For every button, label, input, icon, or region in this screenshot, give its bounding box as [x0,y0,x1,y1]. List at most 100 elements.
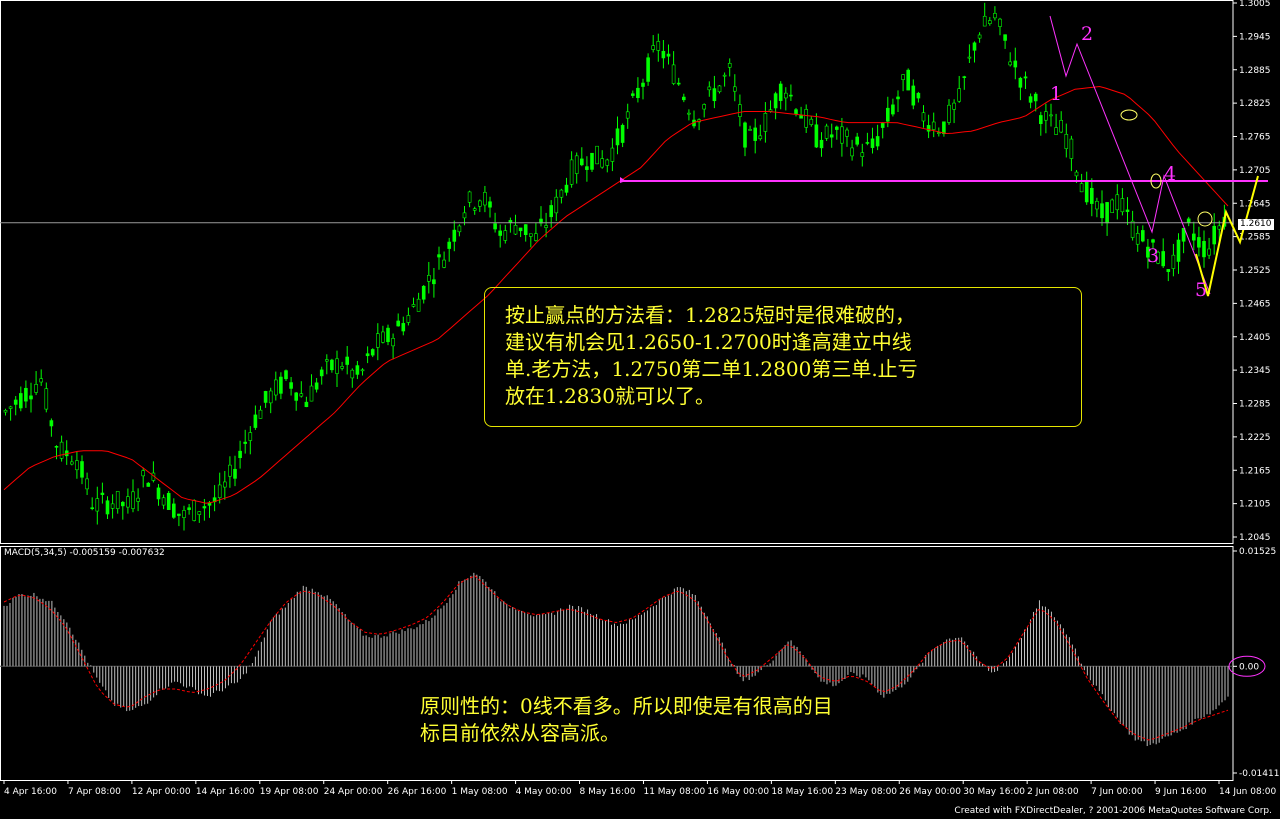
chart-window: 1.3005 1.2945 1.2885 1.2825 1.2765 1.2705 1.26… [0,0,1280,819]
candle-body [850,147,854,157]
candle-body [1064,133,1069,149]
main-pane-frame [0,0,1234,544]
candle-body [1039,115,1043,125]
candle-body [880,123,885,128]
candle-body [319,369,324,377]
candle-body [549,205,554,218]
price-tick-label: 1.2105 [1239,500,1271,510]
macd-value-main: -0.005159 [69,548,116,558]
candle-body [574,155,579,174]
candle-body [126,496,130,508]
candle-body [585,166,589,170]
wave-label-3: 3 [1147,245,1159,267]
time-tick-label: 26 May 00:00 [899,787,961,797]
candle-body [712,88,717,102]
candle-body [248,432,253,441]
footer-credit: Created with FXDirectDealer, ? 2001-2006… [954,806,1272,816]
candle-body [1090,187,1094,204]
price-tick-label: 1.2705 [1239,166,1271,176]
candle-body [1186,218,1191,224]
candle-body [625,111,630,119]
candle-body [666,53,671,57]
candle-body [829,134,834,138]
candle-body [294,392,299,401]
candle-body [681,96,686,101]
candle-body [279,376,283,394]
candle-body [794,109,798,115]
candle-body [258,409,263,419]
price-tick-label: 1.2525 [1239,266,1271,276]
candle-body [783,92,788,99]
wave-label-2: 2 [1081,23,1093,45]
candle-body [24,387,28,402]
annotation-line-2: 建议有机会见1.2650-1.2700时逢高建立中线 [505,330,912,354]
candle-body [758,135,763,140]
candle-body [299,393,304,397]
price-tick-label: 1.2285 [1239,400,1271,410]
macd-legend: MACD(5,34,5) -0.005159 -0.007632 [4,548,165,558]
candle-body [1049,114,1053,117]
candle-body [350,369,355,379]
candle-body [304,401,309,408]
time-tick-label: 9 Jun 16:00 [1155,787,1207,797]
time-tick-label: 11 May 08:00 [643,787,705,797]
candle-body [1135,233,1140,245]
candle-body [1044,111,1048,121]
wave-label-1: 1 [1050,83,1062,105]
candle-body [896,96,900,100]
candle-body [1171,254,1176,269]
candle-body [656,41,661,51]
candle-body [1084,180,1089,203]
price-tick-label: 1.2045 [1239,533,1271,543]
candle-body [197,511,202,515]
candle-body [233,468,237,479]
candle-body [661,50,666,59]
candle-body [365,353,370,357]
wave-count-line [1049,15,1211,295]
candle-body [977,34,982,39]
candle-body [600,158,605,168]
candle-body [773,93,778,109]
candle-body [1008,61,1013,66]
candle-body [1141,230,1145,242]
candle-body [615,128,620,146]
candle-body [498,230,503,236]
candle-body [636,87,640,99]
candle-body [340,366,344,369]
candle-body [1120,198,1125,213]
candle-body [936,132,941,134]
macd-title: MACD(5,34,5) [4,548,67,558]
candle-body [1166,269,1171,272]
candle-body [59,441,64,459]
candle-body [1003,34,1007,41]
candle-body [651,45,656,50]
candle-body [187,507,191,510]
candle-body [717,85,722,93]
candle-body [987,20,992,24]
candle-body [375,333,380,348]
candle-body [1212,225,1216,245]
price-tick-label: 1.2885 [1239,66,1271,76]
candle-body [70,461,74,465]
candle-body [18,393,23,409]
candle-body [131,491,135,509]
candle-body [1125,209,1130,212]
candle-body [1028,96,1033,103]
time-tick-label: 26 Apr 16:00 [388,787,447,797]
candle-body [804,109,809,128]
candle-body [982,15,987,27]
candle-body [1217,225,1222,230]
candle-body [44,388,49,410]
candle-body [156,487,161,500]
candle-body [289,382,293,389]
candle-body [172,503,176,518]
candle-body [1197,237,1201,248]
candle-body [493,223,497,230]
candle-body [1207,248,1211,256]
candle-body [105,500,110,515]
candle-body [824,125,829,139]
candle-body [360,369,365,372]
candle-body [595,145,599,165]
macd-annotation-line-1: 原则性的：0线不看多。所以即使是有很高的目 [420,694,833,718]
candles-group [3,2,1227,531]
